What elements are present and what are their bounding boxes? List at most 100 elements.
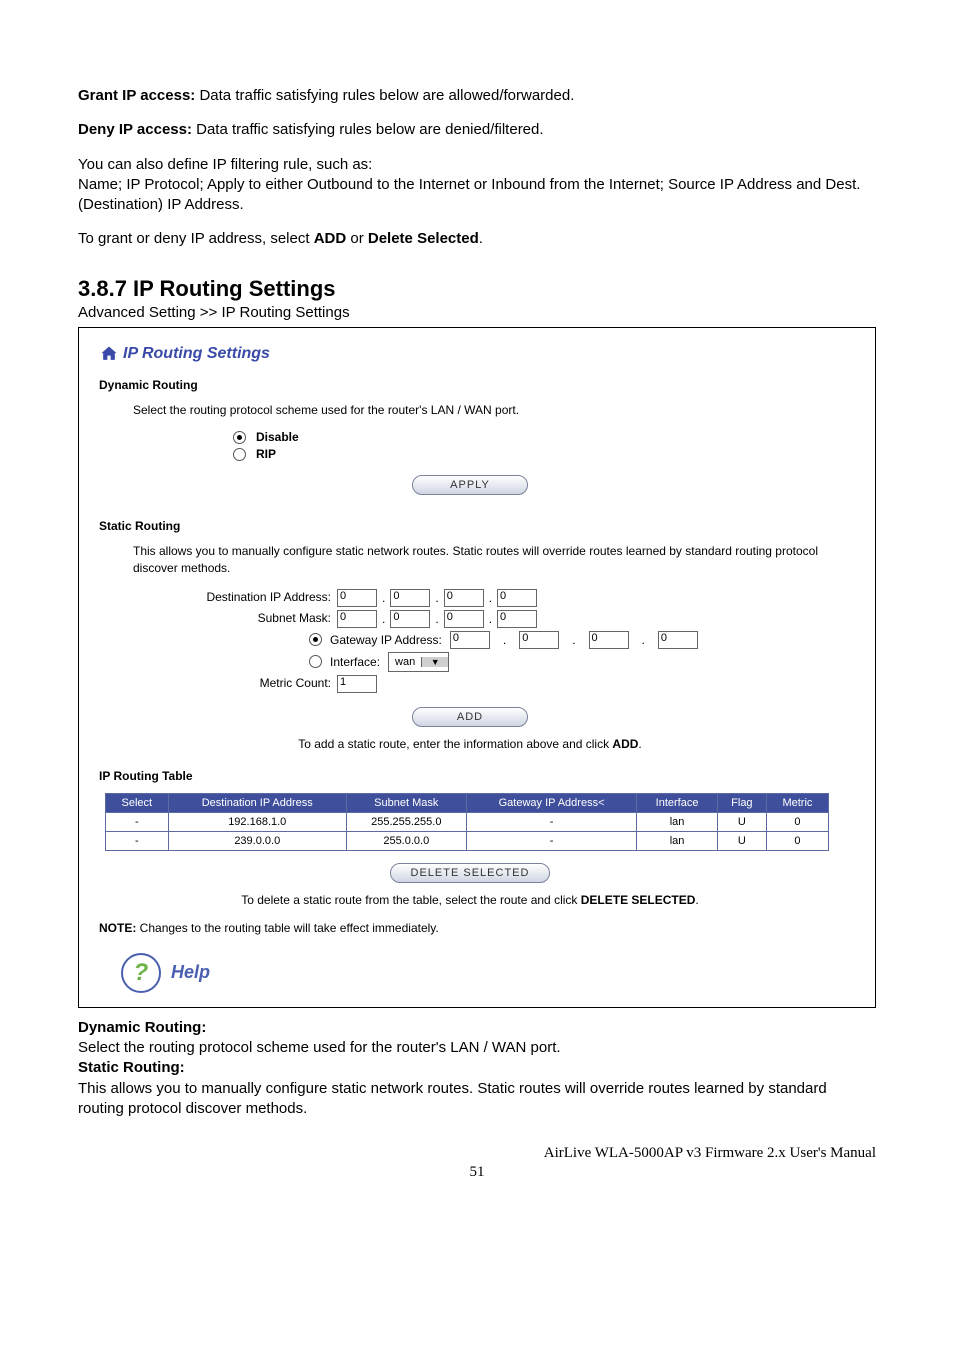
dyn-text: Select the routing protocol scheme used … — [78, 1038, 876, 1058]
panel-title-text: IP Routing Settings — [123, 345, 270, 363]
col-iface: Interface — [637, 793, 717, 812]
del-hint-bold: DELETE SELECTED — [581, 893, 696, 907]
radio-disable-label: Disable — [256, 430, 299, 444]
interface-select[interactable]: wan ▼ — [388, 652, 449, 672]
stat-text: This allows you to manually configure st… — [78, 1079, 876, 1120]
instr-pre: To grant or deny IP address, select — [78, 230, 314, 247]
cell-mask: 255.255.255.0 — [346, 812, 466, 831]
add-hint-bold: ADD — [612, 737, 638, 751]
footer-page: 51 — [78, 1164, 876, 1181]
dynamic-routing-desc: Select the routing protocol scheme used … — [133, 402, 847, 419]
dest-ip-3[interactable]: 0 — [444, 589, 484, 607]
define-line2: Name; IP Protocol; Apply to either Outbo… — [78, 175, 876, 216]
deny-access-text: Deny IP access: Data traffic satisfying … — [78, 120, 876, 140]
instr-add: ADD — [314, 230, 347, 247]
add-hint: To add a static route, enter the informa… — [93, 737, 847, 751]
dest-ip-1[interactable]: 0 — [337, 589, 377, 607]
cell-flag: U — [717, 812, 766, 831]
section-title: 3.8.7 IP Routing Settings — [78, 276, 876, 302]
gateway-label: Gateway IP Address: — [330, 633, 442, 647]
metric-label: Metric Count: — [93, 677, 337, 690]
dyn-label: Dynamic Routing: — [78, 1019, 206, 1036]
col-mask: Subnet Mask — [346, 793, 466, 812]
cell-flag: U — [717, 831, 766, 850]
col-flag: Flag — [717, 793, 766, 812]
cell-iface: lan — [637, 831, 717, 850]
instr-period: . — [479, 230, 483, 247]
grant-deny-instruction: To grant or deny IP address, select ADD … — [78, 229, 876, 249]
cell-dest: 239.0.0.0 — [168, 831, 346, 850]
dest-ip-label: Destination IP Address: — [93, 591, 337, 604]
static-routing-desc: This allows you to manually configure st… — [133, 543, 847, 577]
ip-routing-table-heading: IP Routing Table — [99, 769, 847, 783]
mask-1[interactable]: 0 — [337, 610, 377, 628]
del-hint-pre: To delete a static route from the table,… — [241, 893, 581, 907]
grant-access-text: Grant IP access: Data traffic satisfying… — [78, 86, 876, 106]
deny-desc: Data traffic satisfying rules below are … — [192, 121, 544, 138]
radio-disable[interactable] — [233, 431, 246, 444]
cell-mask: 255.0.0.0 — [346, 831, 466, 850]
mask-label: Subnet Mask: — [93, 612, 337, 625]
cell-dest: 192.168.1.0 — [168, 812, 346, 831]
radio-interface[interactable] — [309, 655, 322, 668]
panel-title-row: IP Routing Settings — [99, 344, 847, 364]
table-header-row: Select Destination IP Address Subnet Mas… — [106, 793, 829, 812]
dest-ip-2[interactable]: 0 — [390, 589, 430, 607]
define-line1: You can also define IP filtering rule, s… — [78, 155, 876, 175]
metric-row: Metric Count: 1 — [93, 675, 847, 693]
gw-2[interactable]: 0 — [519, 631, 559, 649]
note-line: NOTE: Changes to the routing table will … — [99, 921, 847, 935]
mask-row: Subnet Mask: 0. 0. 0. 0 — [93, 610, 847, 628]
help-icon: ? — [121, 953, 161, 993]
mask-2[interactable]: 0 — [390, 610, 430, 628]
help-text: Help — [171, 962, 210, 983]
add-button[interactable]: ADD — [412, 707, 528, 727]
radio-rip[interactable] — [233, 448, 246, 461]
radio-rip-row[interactable]: RIP — [233, 447, 847, 461]
interface-row: Interface: wan ▼ — [309, 652, 847, 672]
chevron-down-icon: ▼ — [421, 657, 448, 667]
instr-del: Delete Selected — [368, 230, 479, 247]
radio-rip-label: RIP — [256, 447, 276, 461]
gateway-row: Gateway IP Address: 0. 0. 0. 0 — [309, 631, 847, 649]
apply-button[interactable]: APPLY — [412, 475, 528, 495]
mask-4[interactable]: 0 — [497, 610, 537, 628]
col-metric: Metric — [767, 793, 829, 812]
ip-routing-table: Select Destination IP Address Subnet Mas… — [105, 793, 829, 851]
grant-desc: Data traffic satisfying rules below are … — [195, 87, 574, 104]
footer-product: AirLive WLA-5000AP v3 Firmware 2.x User'… — [78, 1145, 876, 1162]
gw-4[interactable]: 0 — [658, 631, 698, 649]
house-icon — [99, 344, 119, 364]
help-row[interactable]: ? Help — [121, 953, 847, 993]
cell-select: - — [106, 812, 169, 831]
note-text: Changes to the routing table will take e… — [136, 921, 438, 935]
col-select: Select — [106, 793, 169, 812]
metric-input[interactable]: 1 — [337, 675, 377, 693]
mask-3[interactable]: 0 — [444, 610, 484, 628]
del-hint-post: . — [695, 893, 698, 907]
dest-ip-row: Destination IP Address: 0. 0. 0. 0 — [93, 589, 847, 607]
table-row[interactable]: - 239.0.0.0 255.0.0.0 - lan U 0 — [106, 831, 829, 850]
static-routing-heading: Static Routing — [99, 519, 847, 533]
delete-selected-button[interactable]: DELETE SELECTED — [390, 863, 550, 883]
cell-metric: 0 — [767, 831, 829, 850]
cell-iface: lan — [637, 812, 717, 831]
deny-label: Deny IP access: — [78, 121, 192, 138]
dest-ip-4[interactable]: 0 — [497, 589, 537, 607]
add-hint-post: . — [638, 737, 641, 751]
breadcrumb: Advanced Setting >> IP Routing Settings — [78, 304, 876, 321]
stat-label: Static Routing: — [78, 1059, 185, 1076]
grant-label: Grant IP access: — [78, 87, 195, 104]
radio-disable-row[interactable]: Disable — [233, 430, 847, 444]
gw-1[interactable]: 0 — [450, 631, 490, 649]
dynamic-routing-heading: Dynamic Routing — [99, 378, 847, 392]
delete-hint: To delete a static route from the table,… — [93, 893, 847, 907]
cell-metric: 0 — [767, 812, 829, 831]
page-footer: AirLive WLA-5000AP v3 Firmware 2.x User'… — [78, 1145, 876, 1181]
cell-gw: - — [466, 812, 637, 831]
ip-routing-panel: IP Routing Settings Dynamic Routing Sele… — [78, 327, 876, 1008]
gw-3[interactable]: 0 — [589, 631, 629, 649]
table-row[interactable]: - 192.168.1.0 255.255.255.0 - lan U 0 — [106, 812, 829, 831]
radio-gateway[interactable] — [309, 633, 322, 646]
col-gw: Gateway IP Address< — [466, 793, 637, 812]
